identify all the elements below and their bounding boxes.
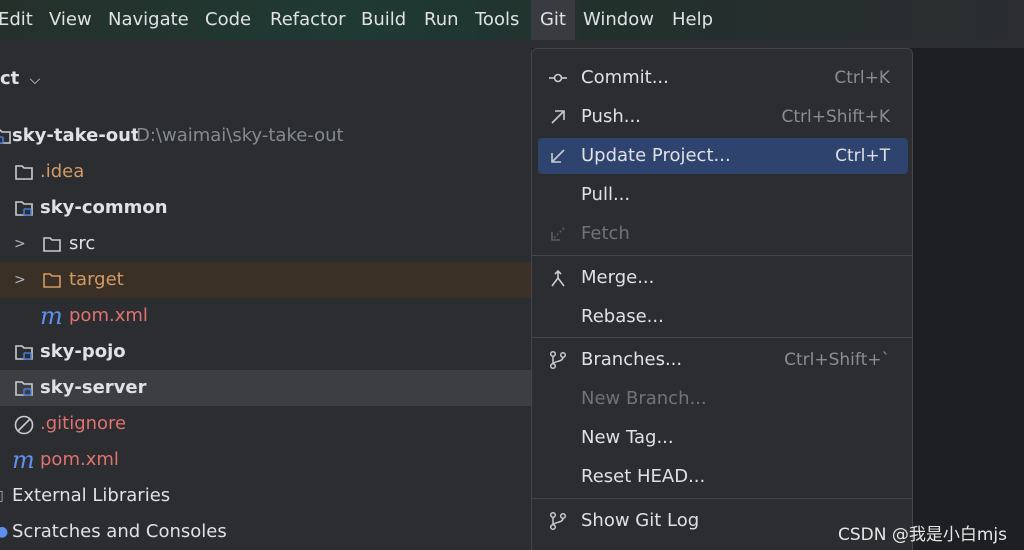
tree-label-target: target	[69, 269, 124, 290]
scratches-icon: ●	[0, 524, 9, 540]
menu-label-rebase: Rebase...	[581, 306, 664, 327]
tree-root-path: D:\waimai\sky-take-out	[136, 125, 344, 146]
menu-label-merge: Merge...	[581, 267, 655, 288]
shortcut-branches: Ctrl+Shift+`	[784, 350, 890, 370]
project-view-label: ct	[0, 68, 20, 89]
menu-bar: Edit View Navigate Code Refactor Build R…	[0, 0, 1024, 40]
tree-item-gitignore[interactable]: .gitignore	[0, 406, 532, 442]
module-folder-icon	[15, 381, 33, 396]
tree-label-gitignore: .gitignore	[40, 413, 127, 434]
menu-label-fetch: Fetch	[581, 223, 630, 244]
module-folder-icon	[15, 201, 33, 216]
tree-item-src[interactable]: > src	[0, 226, 532, 262]
tree-item-sky-server[interactable]: sky-server	[0, 370, 532, 406]
shortcut-update-project: Ctrl+T	[835, 146, 890, 166]
git-dropdown-menu: Commit... Ctrl+K Push... Ctrl+Shift+K Up…	[531, 48, 913, 550]
excluded-folder-icon	[43, 273, 61, 288]
maven-icon: m	[40, 302, 63, 330]
menu-item-reset-head[interactable]: Reset HEAD...	[538, 459, 908, 495]
module-folder-icon	[15, 345, 33, 360]
tree-item-idea[interactable]: .idea	[0, 154, 532, 190]
menu-item-fetch: Fetch	[538, 216, 908, 252]
menu-label-new-branch: New Branch...	[581, 388, 707, 409]
commit-icon	[549, 73, 567, 83]
menu-refactor[interactable]: Refactor	[270, 0, 346, 40]
menu-item-new-branch: New Branch...	[538, 381, 908, 417]
tree-label-pom-root: pom.xml	[40, 449, 119, 470]
menu-item-branches[interactable]: Branches... Ctrl+Shift+`	[538, 342, 908, 378]
menu-separator	[532, 255, 912, 256]
watermark: CSDN @我是小白mjs	[838, 525, 1008, 545]
tree-label-pom-common: pom.xml	[69, 305, 148, 326]
tree-label-external-libraries: External Libraries	[12, 485, 171, 506]
menu-tools[interactable]: Tools	[475, 0, 519, 40]
menu-item-merge[interactable]: Merge...	[538, 260, 908, 296]
tree-item-root[interactable]: sky-take-out D:\waimai\sky-take-out	[0, 118, 532, 154]
menu-item-update-project[interactable]: Update Project... Ctrl+T	[538, 138, 908, 174]
menu-label-branches: Branches...	[581, 349, 683, 370]
tree-item-target[interactable]: > target	[0, 262, 532, 298]
library-icon: ▯	[0, 478, 4, 514]
menu-label-update-project: Update Project...	[581, 145, 731, 166]
merge-icon	[551, 269, 565, 287]
tree-item-sky-common[interactable]: sky-common	[0, 190, 532, 226]
maven-icon: m	[12, 446, 35, 474]
menu-label-pull: Pull...	[581, 184, 631, 205]
tree-item-pom-root[interactable]: m pom.xml	[0, 442, 532, 478]
menu-view[interactable]: View	[49, 0, 92, 40]
menu-separator	[532, 498, 912, 499]
shortcut-commit: Ctrl+K	[834, 68, 890, 88]
project-view-title[interactable]: ct ⌵	[0, 68, 40, 89]
tree-item-scratches[interactable]: ● Scratches and Consoles	[0, 514, 532, 550]
menu-label-show-git-log: Show Git Log	[581, 510, 700, 531]
menu-code[interactable]: Code	[205, 0, 251, 40]
folder-icon	[43, 237, 61, 252]
menu-run[interactable]: Run	[424, 0, 459, 40]
tree-label-sky-server: sky-server	[40, 377, 147, 398]
git-log-icon	[549, 511, 567, 531]
push-arrow-icon	[551, 110, 565, 124]
menu-item-rebase[interactable]: Rebase...	[538, 299, 908, 335]
menu-item-push[interactable]: Push... Ctrl+Shift+K	[538, 99, 908, 135]
tree-item-external-libraries[interactable]: ▯ External Libraries	[0, 478, 532, 514]
menu-label-commit: Commit...	[581, 67, 669, 88]
toolbar-divider	[0, 40, 1024, 48]
menu-item-commit[interactable]: Commit... Ctrl+K	[538, 60, 908, 96]
chevron-right-icon[interactable]: >	[14, 262, 26, 298]
ignored-file-icon	[14, 415, 34, 435]
chevron-right-icon[interactable]: >	[14, 226, 26, 262]
tree-label-scratches: Scratches and Consoles	[12, 521, 227, 542]
menu-label-reset-head: Reset HEAD...	[581, 466, 706, 487]
tree-label-src: src	[69, 233, 96, 254]
shortcut-push: Ctrl+Shift+K	[781, 107, 890, 127]
tree-item-sky-pojo[interactable]: sky-pojo	[0, 334, 532, 370]
menu-item-new-tag[interactable]: New Tag...	[538, 420, 908, 456]
menu-navigate[interactable]: Navigate	[108, 0, 189, 40]
menu-item-pull[interactable]: Pull...	[538, 177, 908, 213]
menu-separator	[532, 337, 912, 338]
menu-help[interactable]: Help	[672, 0, 713, 40]
tree-label-sky-common: sky-common	[40, 197, 168, 218]
tree-label-root: sky-take-out	[12, 125, 140, 146]
menu-label-new-tag: New Tag...	[581, 427, 674, 448]
menu-edit[interactable]: Edit	[0, 0, 33, 40]
fetch-icon	[551, 227, 565, 241]
update-arrow-icon	[551, 149, 565, 163]
tree-label-idea: .idea	[40, 161, 85, 182]
tree-label-sky-pojo: sky-pojo	[40, 341, 126, 362]
menu-label-push: Push...	[581, 106, 641, 127]
menu-window[interactable]: Window	[583, 0, 654, 40]
tree-item-pom-common[interactable]: m pom.xml	[0, 298, 532, 334]
menu-build[interactable]: Build	[361, 0, 406, 40]
menu-git[interactable]: Git	[531, 0, 575, 40]
chevron-down-icon: ⌵	[29, 72, 41, 88]
branch-icon	[549, 350, 567, 370]
folder-icon	[15, 165, 33, 180]
module-folder-icon	[0, 129, 11, 144]
